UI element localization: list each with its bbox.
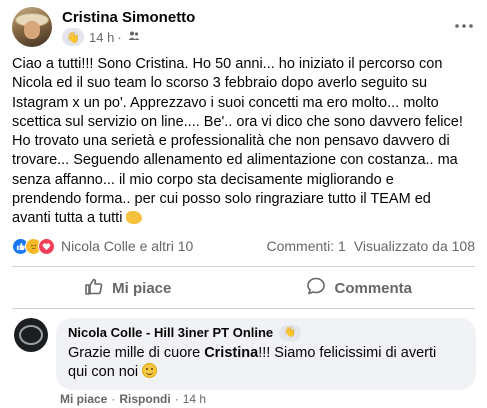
comment-author[interactable]: Nicola Colle - Hill 3iner PT Online [68, 324, 273, 342]
comment-button-label: Commenta [334, 279, 412, 297]
post-header: Cristina Simonetto 👋 14 h · [12, 6, 195, 48]
comment-author-row: Nicola Colle - Hill 3iner PT Online 👋 [68, 324, 464, 342]
commenter-avatar[interactable] [14, 318, 48, 352]
separator: · [174, 392, 179, 406]
views-count[interactable]: Visualizzato da 108 [354, 238, 475, 254]
reactions-stats-row: Nicola Colle e altri 10 Commenti: 1 Visu… [12, 235, 475, 257]
thumbs-up-icon [84, 276, 104, 300]
comment-bubble: Nicola Colle - Hill 3iner PT Online 👋 Gr… [56, 318, 476, 390]
divider [12, 266, 475, 267]
reaction-icons[interactable] [12, 237, 55, 255]
smiling-face-emoji [142, 363, 158, 378]
avatar-logo-ring [19, 325, 43, 345]
post-text-last-line: avanti tutta a tutti [12, 209, 480, 228]
post-text-line: scettica sul servizio on line.... Be'.. … [12, 113, 463, 130]
post-text-line: Ciao a tutti!!! Sono Cristina. Ho 50 ann… [12, 56, 443, 72]
post-text-line: avanti tutta a tutti [12, 210, 123, 227]
post-text-line: Ho trovato una serietà e professionalità… [12, 133, 450, 150]
post-text-line: senza affanno... il mio corpo sta decisa… [12, 171, 394, 188]
post-text-line: prendendo forma.. per cui posso solo rin… [12, 191, 431, 208]
comment-text-part: Grazie mille di cuore [68, 345, 205, 361]
comment-text-part: !!! Siamo felicissimi di averti [258, 345, 437, 361]
waving-hand-icon: 👋 [62, 28, 84, 46]
flexed-biceps-emoji [126, 211, 143, 225]
header-text: Cristina Simonetto 👋 14 h · [62, 8, 195, 46]
comment-text-part: qui con noi [68, 364, 143, 380]
comment-reply-link[interactable]: Rispondi [119, 392, 170, 406]
author-name[interactable]: Cristina Simonetto [62, 8, 195, 27]
more-options-icon[interactable] [455, 12, 473, 33]
divider [12, 308, 475, 309]
post-text-line: Nicola ed il suo team lo scorso 3 febbra… [12, 75, 428, 92]
avatar-face [24, 21, 40, 39]
post-meta: 👋 14 h · [62, 28, 195, 46]
comment-mention: Cristina [204, 345, 259, 361]
comment-like-link[interactable]: Mi piace [60, 392, 107, 406]
post-text-line: Istagram x un po'. Apprezzavo i suoi con… [12, 94, 439, 111]
separator: · [111, 392, 116, 406]
waving-hand-icon: 👋 [279, 325, 302, 341]
post-time[interactable]: 14 h [89, 30, 114, 45]
post-actions: Mi piace Commenta [12, 270, 475, 306]
comment-button[interactable]: Commenta [244, 270, 476, 306]
author-avatar[interactable] [12, 7, 52, 47]
comment-time[interactable]: 14 h [183, 392, 206, 406]
friends-icon[interactable] [128, 30, 140, 45]
comment-icon [306, 276, 326, 300]
post-text-line: trovare... Seguendo allenamento ed alime… [12, 152, 458, 169]
comment-actions: Mi piace · Rispondi · 14 h [60, 392, 206, 406]
like-button-label: Mi piace [112, 279, 172, 297]
reactors-text[interactable]: Nicola Colle e altri 10 [61, 238, 193, 254]
comment-text: Grazie mille di cuore Cristina!!! Siamo … [68, 344, 464, 382]
post-body: Ciao a tutti!!! Sono Cristina. Ho 50 ann… [12, 55, 480, 229]
comments-count[interactable]: Commenti: 1 [266, 238, 345, 254]
comment: Nicola Colle - Hill 3iner PT Online 👋 Gr… [14, 318, 476, 390]
love-reaction-icon [38, 237, 55, 255]
meta-separator: · [117, 29, 122, 45]
stats-right: Commenti: 1 Visualizzato da 108 [266, 238, 475, 254]
like-button[interactable]: Mi piace [12, 270, 244, 306]
